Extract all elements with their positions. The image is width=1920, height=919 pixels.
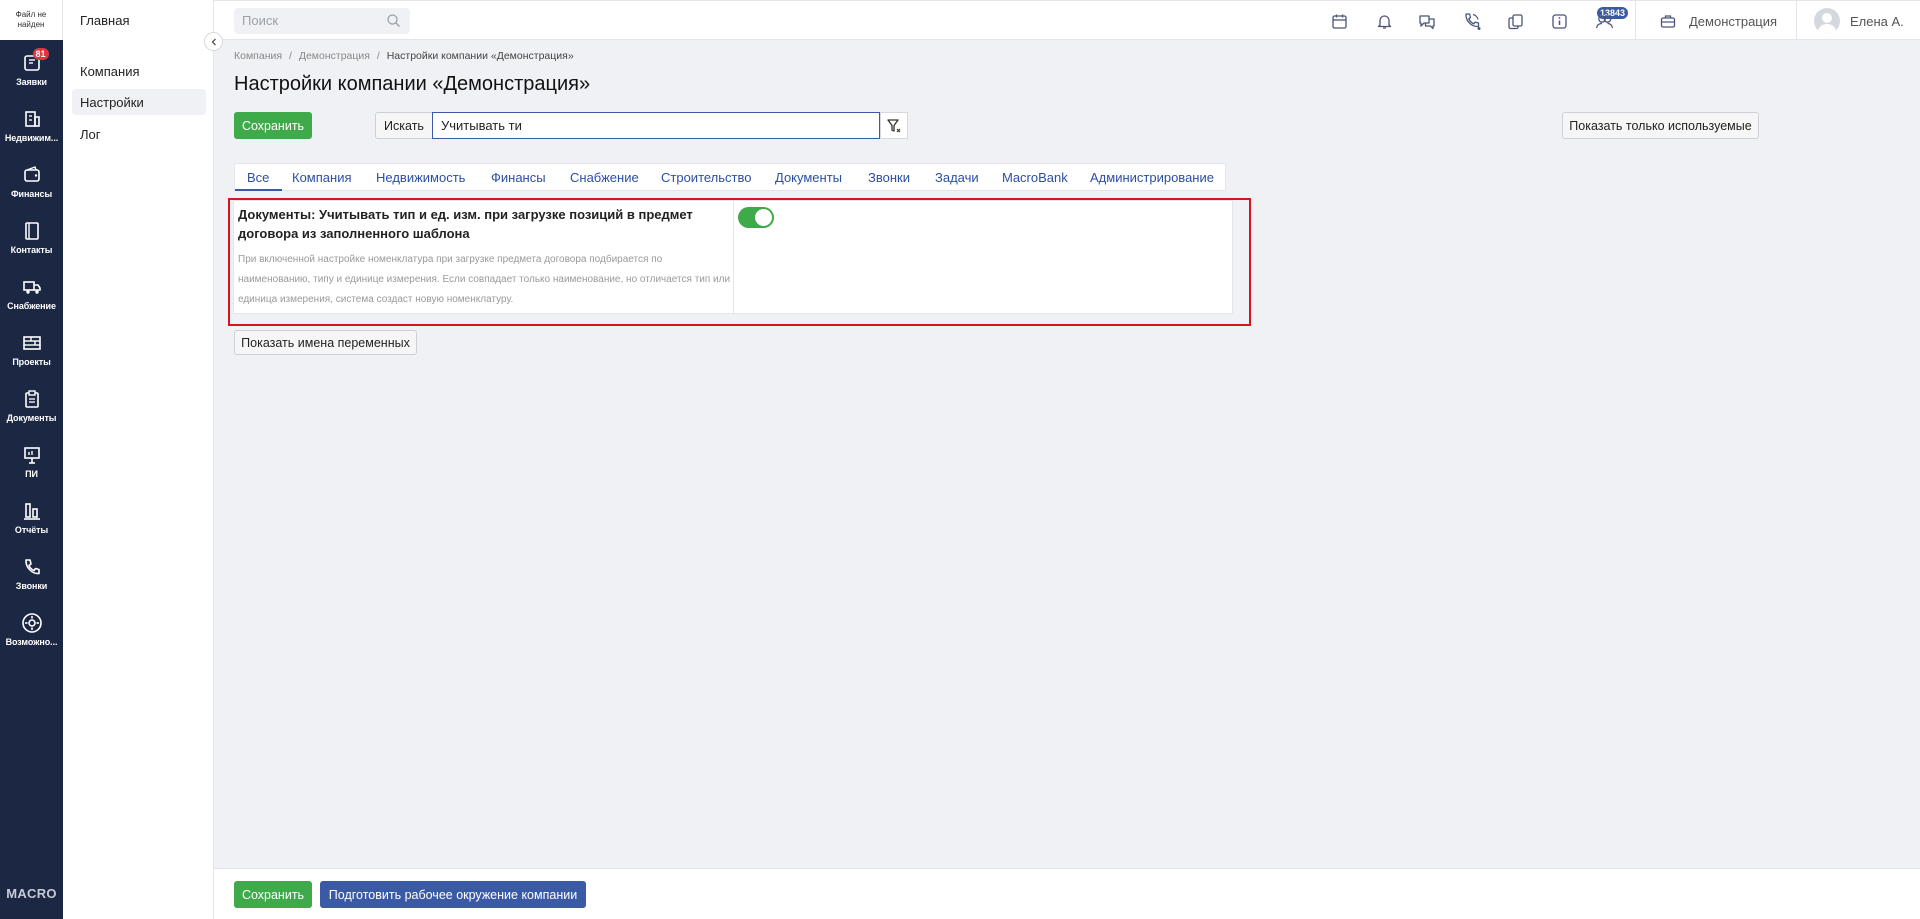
page-title: Настройки компании «Демонстрация» [234,73,591,95]
nav-item-label: Возможно... [5,637,58,647]
avatar[interactable] [1814,8,1840,34]
tab-finance[interactable]: Финансы [491,170,546,185]
tab-documents[interactable]: Документы [775,170,842,185]
subnav-title: Главная [80,13,130,28]
tab-supply[interactable]: Снабжение [570,170,639,185]
nav-item-features[interactable]: Возможно... [0,610,63,666]
phone-icon [21,556,43,578]
nav-item-finance[interactable]: Финансы [0,162,63,218]
settings-search-value: Учитывать ти [441,118,522,133]
nav-item-realty[interactable]: Недвижим... [0,106,63,162]
breadcrumb-current: Настройки компании «Демонстрация» [386,50,574,62]
reports-icon [21,500,43,522]
tab-company[interactable]: Компания [292,170,352,185]
tab-calls[interactable]: Звонки [868,170,910,185]
nav-item-requests[interactable]: 81 Заявки [0,48,63,106]
company-name[interactable]: Демонстрация [1689,14,1777,29]
filter-icon [887,118,901,132]
nav-item-label: Финансы [10,189,53,199]
subnav-item-company[interactable]: Компания [72,58,206,84]
nav-item-calls[interactable]: Звонки [0,554,63,610]
breadcrumb-separator: / [288,50,292,62]
nav-item-documents[interactable]: Документы [0,386,63,442]
active-tab-indicator [235,189,282,191]
settings-search-input[interactable]: Учитывать ти [432,112,880,139]
nav-item-label: Заявки [16,77,47,87]
subnav-item-log[interactable]: Лог [72,121,206,147]
building-icon [21,108,43,130]
nav-item-pi[interactable]: ПИ [0,442,63,498]
copy-icon[interactable] [1505,11,1525,31]
prepare-environment-button[interactable]: Подготовить рабочее окружение компании [320,881,586,908]
search-placeholder: Поиск [242,13,279,28]
nav-item-label: Недвижим... [4,133,59,143]
breadcrumb-item-demo[interactable]: Демонстрация [299,50,370,62]
secondary-sidebar: Главная Компания Настройки Лог [63,0,214,919]
search-input[interactable]: Поиск [234,8,410,34]
nav-item-projects[interactable]: Проекты [0,330,63,386]
chat-icon[interactable] [1417,11,1437,31]
show-variable-names-button[interactable]: Показать имена переменных [234,330,417,355]
clipboard-icon [21,388,43,410]
header-divider [1635,1,1636,41]
info-icon[interactable] [1549,11,1569,31]
nav-item-label: Отчёты [14,525,49,535]
nav-item-label: Проекты [12,357,51,367]
breadcrumb-separator: / [376,50,380,62]
header-divider [1796,1,1797,41]
calendar-icon[interactable] [1329,11,1349,31]
save-button[interactable]: Сохранить [234,112,312,139]
bricks-icon [21,332,43,354]
tab-realty[interactable]: Недвижимость [376,170,465,185]
file-status[interactable]: Файл не найден [0,0,63,40]
users-icon[interactable] [1594,11,1614,31]
top-header: Поиск 13843 Демонстрация Елена А. [214,0,1920,41]
show-used-only-button[interactable]: Показать только используемые [1562,112,1759,139]
macro-logo: MACRO [6,886,57,901]
nav-item-label: Контакты [10,245,53,255]
gear-icon [21,612,43,634]
wallet-icon [21,164,43,186]
nav-item-supply[interactable]: Снабжение [0,274,63,330]
file-status-label: Файл не найден [15,10,47,29]
sidebar-collapse-button[interactable] [204,32,223,51]
tab-macrobank[interactable]: MacroBank [1002,170,1068,185]
nav-item-reports[interactable]: Отчёты [0,498,63,554]
nav-item-label: Снабжение [7,301,56,311]
truck-icon [21,276,43,298]
settings-tabs: Все Компания Недвижимость Финансы Снабже… [234,163,1226,191]
nav-item-label: Звонки [15,581,48,591]
contacts-icon [21,220,43,242]
requests-badge: 81 [32,48,49,60]
nav-item-label: Документы [6,413,57,423]
nav-item-label: ПИ [25,469,38,479]
footer-save-button[interactable]: Сохранить [234,881,312,908]
phone-call-icon[interactable] [1462,11,1482,31]
user-name[interactable]: Елена А. [1850,14,1904,29]
subnav-item-settings[interactable]: Настройки [72,89,206,115]
filter-button[interactable] [880,112,908,139]
search-button[interactable]: Искать [375,112,433,139]
bell-icon[interactable] [1374,11,1394,31]
tab-administration[interactable]: Администрирование [1090,170,1214,185]
breadcrumb: Компания / Демонстрация / Настройки комп… [234,50,574,62]
highlight-frame [228,198,1251,326]
tab-construction[interactable]: Строительство [661,170,751,185]
presentation-icon [21,444,43,466]
breadcrumb-item-company[interactable]: Компания [234,50,282,62]
chevron-left-icon [211,38,216,45]
tab-tasks[interactable]: Задачи [935,170,979,185]
main-nav: Файл не найден 81 Заявки Недвижим... Фин… [0,0,63,919]
search-icon [386,13,401,31]
nav-item-contacts[interactable]: Контакты [0,218,63,274]
requests-icon: 81 [21,48,49,74]
briefcase-icon [1658,11,1678,31]
tab-all[interactable]: Все [247,170,269,185]
